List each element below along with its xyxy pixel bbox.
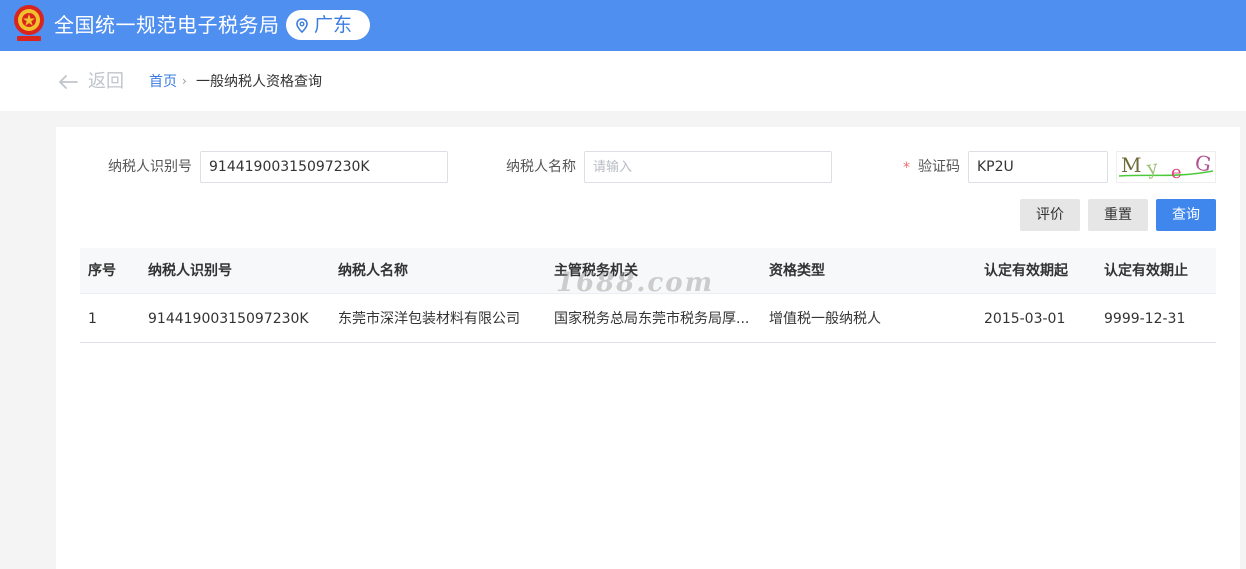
back-label: 返回 — [88, 71, 124, 92]
breadcrumb-bar: 返回 首页 › 一般纳税人资格查询 — [0, 51, 1246, 111]
national-emblem-icon — [14, 5, 44, 41]
query-panel — [56, 127, 1240, 569]
cell-valid-to: 9999-12-31 — [1104, 311, 1186, 327]
column-header: 主管税务机关 — [554, 263, 638, 279]
required-mark: * — [903, 160, 910, 176]
chevron-right-icon: › — [182, 74, 187, 88]
column-header: 认定有效期止 — [1104, 263, 1188, 279]
cell-taxpayer-name: 东莞市深洋包装材料有限公司 — [338, 311, 520, 327]
column-header: 纳税人名称 — [338, 263, 408, 279]
captcha-image[interactable]: M y e G — [1116, 150, 1216, 183]
region-selector[interactable]: 广东 — [286, 10, 370, 40]
captcha-char-2: y — [1145, 156, 1160, 179]
taxpayer-id-input[interactable] — [200, 151, 448, 183]
arrow-left-icon — [59, 75, 78, 89]
captcha-char-4: G — [1193, 152, 1213, 177]
column-header: 认定有效期起 — [984, 263, 1068, 279]
cell-valid-from: 2015-03-01 — [984, 311, 1066, 327]
region-label: 广东 — [314, 14, 353, 36]
column-header: 纳税人识别号 — [148, 263, 232, 279]
captcha-input[interactable] — [968, 151, 1108, 183]
result-table-header: 序号 纳税人识别号 纳税人名称 主管税务机关 资格类型 认定有效期起 认定有效期… — [80, 248, 1216, 294]
cell-qualification-type: 增值税一般纳税人 — [769, 311, 881, 327]
taxpayer-id-label: 纳税人识别号 — [108, 159, 192, 175]
evaluate-button[interactable]: 评价 — [1020, 199, 1080, 231]
cell-tax-authority: 国家税务总局东莞市税务局厚... — [554, 311, 750, 327]
column-header: 资格类型 — [769, 263, 825, 279]
table-row[interactable]: 1 91441900315097230K 东莞市深洋包装材料有限公司 国家税务总… — [80, 295, 1216, 343]
taxpayer-name-label: 纳税人名称 — [506, 159, 576, 175]
reset-button[interactable]: 重置 — [1088, 199, 1148, 231]
breadcrumb-home[interactable]: 首页 — [149, 73, 177, 91]
query-button[interactable]: 查询 — [1156, 199, 1216, 231]
captcha-label: 验证码 — [918, 159, 960, 175]
cell-index: 1 — [88, 311, 97, 327]
cell-taxpayer-id: 91441900315097230K — [148, 311, 309, 327]
breadcrumb-current: 一般纳税人资格查询 — [196, 74, 322, 90]
taxpayer-name-input[interactable] — [584, 151, 832, 183]
captcha-char-3: e — [1171, 162, 1182, 182]
app-title: 全国统一规范电子税务局 — [54, 13, 280, 37]
column-header: 序号 — [88, 263, 116, 279]
captcha-char-1: M — [1121, 153, 1141, 177]
top-header: 全国统一规范电子税务局 广东 — [0, 0, 1246, 51]
location-pin-icon — [296, 18, 308, 33]
